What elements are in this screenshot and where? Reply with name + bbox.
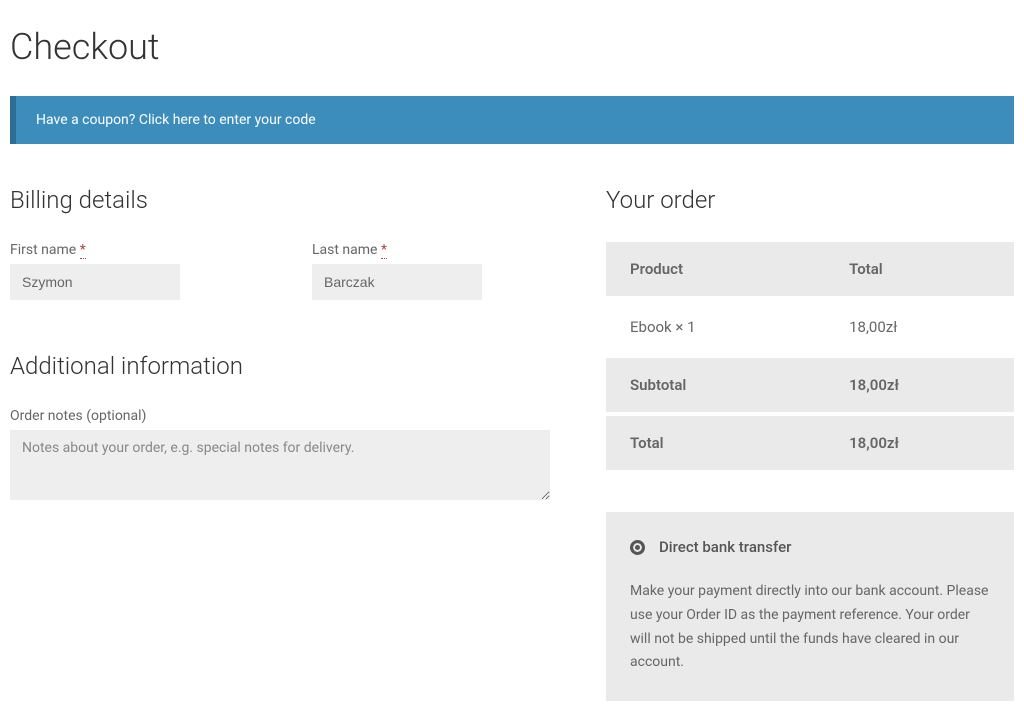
order-col-total: Total	[825, 242, 1014, 298]
order-notes-textarea[interactable]	[10, 430, 550, 500]
order-item-name: Ebook × 1	[606, 298, 825, 356]
coupon-link[interactable]: Click here to enter your code	[139, 112, 316, 128]
additional-info-heading: Additional information	[10, 352, 550, 380]
required-asterisk-icon: *	[80, 242, 86, 259]
last-name-input[interactable]	[312, 264, 482, 300]
radio-selected-icon	[630, 540, 645, 555]
billing-heading: Billing details	[10, 186, 550, 214]
coupon-notice: Have a coupon? Click here to enter your …	[10, 96, 1014, 144]
order-total-label: Total	[606, 414, 825, 470]
your-order-heading: Your order	[606, 186, 1014, 214]
required-asterisk-icon: *	[381, 242, 387, 259]
payment-method-option[interactable]: Direct bank transfer	[630, 538, 990, 556]
order-item-row: Ebook × 1 18,00zł	[606, 298, 1014, 356]
payment-method-label: Direct bank transfer	[659, 538, 791, 556]
payment-methods-box: Direct bank transfer Make your payment d…	[606, 512, 1014, 701]
order-summary-table: Product Total Ebook × 1 18,00zł Subtotal…	[606, 242, 1014, 470]
coupon-prompt: Have a coupon?	[36, 112, 139, 128]
order-subtotal-value: 18,00zł	[825, 356, 1014, 414]
first-name-input[interactable]	[10, 264, 180, 300]
order-subtotal-label: Subtotal	[606, 356, 825, 414]
first-name-label: First name *	[10, 242, 248, 258]
order-notes-label: Order notes (optional)	[10, 408, 550, 424]
order-subtotal-row: Subtotal 18,00zł	[606, 356, 1014, 414]
last-name-label: Last name *	[312, 242, 550, 258]
order-total-row: Total 18,00zł	[606, 414, 1014, 470]
order-total-value: 18,00zł	[825, 414, 1014, 470]
order-item-total: 18,00zł	[825, 298, 1014, 356]
page-title: Checkout	[10, 26, 1014, 68]
payment-method-description: Make your payment directly into our bank…	[630, 580, 990, 675]
order-col-product: Product	[606, 242, 825, 298]
